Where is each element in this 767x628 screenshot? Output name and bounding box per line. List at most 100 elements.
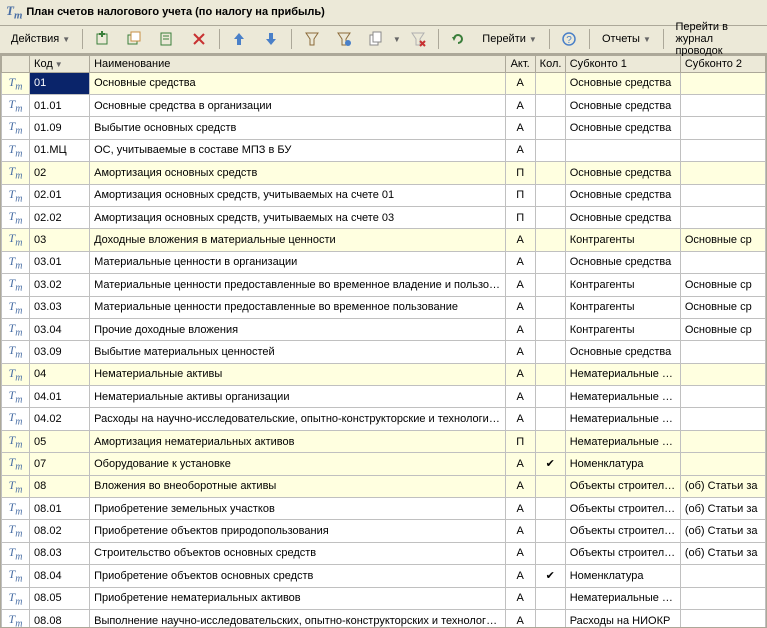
add-icon[interactable] [88,28,118,50]
cell-sub2 [680,565,765,587]
table-row[interactable]: Tт03.04Прочие доходные вложенияАКонтраге… [2,318,766,340]
delete-icon[interactable] [184,28,214,50]
cell-code: 01.09 [30,117,90,139]
table-row[interactable]: Tт08Вложения во внеоборотные активыАОбъе… [2,475,766,497]
cell-code: 08.08 [30,609,90,627]
cell-name: Материальные ценности в организации [90,251,506,273]
cell-sub1: Нематериальные ак… [565,408,680,430]
cell-name: Нематериальные активы организации [90,386,506,408]
cell-sub1: Контрагенты [565,229,680,251]
chevron-down-icon: ▼ [62,35,70,44]
cell-name: Расходы на научно-исследовательские, опы… [90,408,506,430]
move-up-icon[interactable] [224,28,254,50]
goto-menu[interactable]: Перейти ▼ [475,30,544,48]
cell-sub2 [680,609,765,627]
table-row[interactable]: Tт08.04Приобретение объектов основных ср… [2,565,766,587]
cell-sub1: Нематериальные ак… [565,587,680,609]
accounts-grid[interactable]: Код▼ Наименование Акт. Кол. Субконто 1 С… [0,54,767,628]
table-row[interactable]: Tт04.01Нематериальные активы организации… [2,386,766,408]
refresh-icon[interactable] [443,28,473,50]
table-row[interactable]: Tт03.02Материальные ценности предоставле… [2,274,766,296]
row-type-icon: Tт [2,117,30,139]
row-type-icon: Tт [2,318,30,340]
table-row[interactable]: Tт08.03Строительство объектов основных с… [2,542,766,564]
cell-name: Оборудование к установке [90,453,506,475]
table-row[interactable]: Tт04.02Расходы на научно-исследовательск… [2,408,766,430]
col-sub2-header[interactable]: Субконто 2 [680,55,765,72]
cell-sub1: Контрагенты [565,274,680,296]
table-row[interactable]: Tт01.01Основные средства в организацииАО… [2,94,766,116]
col-code-header[interactable]: Код▼ [30,55,90,72]
copy-icon[interactable] [361,28,391,50]
cell-name: Амортизация основных средств [90,162,506,184]
row-type-icon: Tт [2,274,30,296]
cell-code: 08.03 [30,542,90,564]
cell-sub2 [680,162,765,184]
table-row[interactable]: Tт01Основные средстваАОсновные средства [2,72,766,94]
add-copy-icon[interactable] [120,28,150,50]
toolbar: Действия ▼ ▼ Перейти ▼ ? Отчеты ▼ Перейт… [0,26,767,54]
table-row[interactable]: Tт01.09Выбытие основных средствАОсновные… [2,117,766,139]
table-row[interactable]: Tт08.05Приобретение нематериальных актив… [2,587,766,609]
table-row[interactable]: Tт08.01Приобретение земельных участковАО… [2,498,766,520]
table-row[interactable]: Tт08.08Выполнение научно-исследовательск… [2,609,766,627]
col-name-header[interactable]: Наименование [90,55,506,72]
clear-filter-icon[interactable] [403,28,433,50]
journal-label: Перейти в журнал проводок [675,21,756,57]
table-row[interactable]: Tт02.02Амортизация основных средств, учи… [2,206,766,228]
cell-act: А [505,274,535,296]
cell-sub1: Основные средства [565,251,680,273]
cell-sub1: Нематериальные ак… [565,363,680,385]
move-down-icon[interactable] [256,28,286,50]
cell-name: Основные средства [90,72,506,94]
svg-text:?: ? [567,35,573,46]
journal-link[interactable]: Перейти в журнал проводок [668,18,763,60]
cell-sub1: Основные средства [565,184,680,206]
cell-code: 02.02 [30,206,90,228]
cell-qty [535,386,565,408]
table-row[interactable]: Tт02.01Амортизация основных средств, учи… [2,184,766,206]
table-row[interactable]: Tт01.МЦОС, учитываемые в составе МПЗ в Б… [2,139,766,161]
cell-code: 02 [30,162,90,184]
cell-qty [535,520,565,542]
row-type-icon: Tт [2,475,30,497]
col-act-header[interactable]: Акт. [505,55,535,72]
goto-label: Перейти [482,33,526,45]
cell-qty [535,94,565,116]
actions-menu[interactable]: Действия ▼ [4,30,77,48]
filter-icon[interactable] [297,28,327,50]
cell-qty [535,498,565,520]
filter-by-icon[interactable] [329,28,359,50]
cell-code: 04 [30,363,90,385]
cell-code: 01.МЦ [30,139,90,161]
cell-code: 01 [30,72,90,94]
cell-sub2 [680,72,765,94]
cell-sub2: (об) Статьи за [680,498,765,520]
cell-sub2 [680,184,765,206]
cell-act: А [505,251,535,273]
table-row[interactable]: Tт03.01Материальные ценности в организац… [2,251,766,273]
cell-code: 05 [30,430,90,452]
col-qty-header[interactable]: Кол. [535,55,565,72]
table-row[interactable]: Tт05Амортизация нематериальных активовПН… [2,430,766,452]
chevron-down-icon[interactable]: ▼ [393,35,401,44]
cell-code: 02.01 [30,184,90,206]
cell-qty: ✔ [535,453,565,475]
table-row[interactable]: Tт02Амортизация основных средствПОсновны… [2,162,766,184]
table-row[interactable]: Tт07Оборудование к установкеА✔Номенклату… [2,453,766,475]
col-icon-header[interactable] [2,55,30,72]
help-icon[interactable]: ? [554,28,584,50]
cell-code: 04.01 [30,386,90,408]
cell-act: А [505,318,535,340]
col-sub1-header[interactable]: Субконто 1 [565,55,680,72]
edit-icon[interactable] [152,28,182,50]
row-type-icon: Tт [2,408,30,430]
reports-menu[interactable]: Отчеты ▼ [595,30,658,48]
cell-name: Прочие доходные вложения [90,318,506,340]
table-row[interactable]: Tт03.03Материальные ценности предоставле… [2,296,766,318]
table-row[interactable]: Tт04Нематериальные активыАНематериальные… [2,363,766,385]
table-row[interactable]: Tт03.09Выбытие материальных ценностейАОс… [2,341,766,363]
table-row[interactable]: Tт08.02Приобретение объектов природополь… [2,520,766,542]
cell-name: Вложения во внеоборотные активы [90,475,506,497]
table-row[interactable]: Tт03Доходные вложения в материальные цен… [2,229,766,251]
